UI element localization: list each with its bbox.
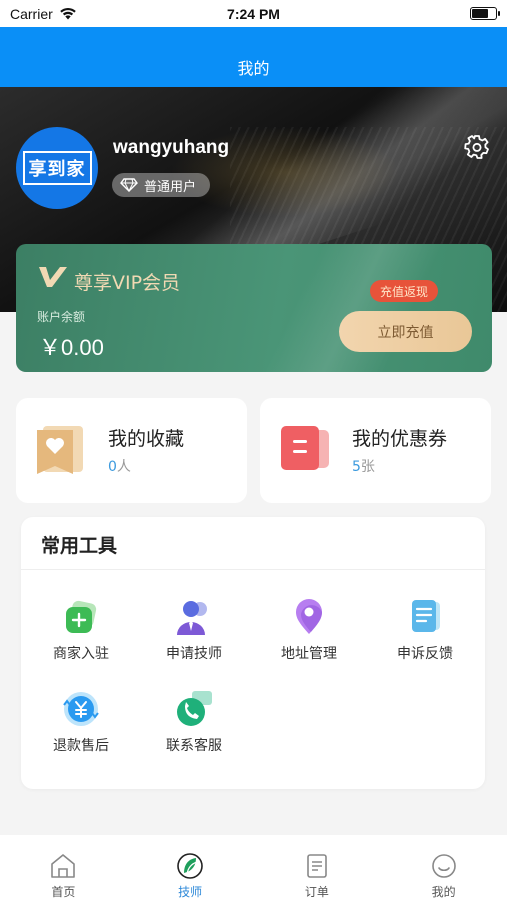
tab-label: 技师 bbox=[178, 885, 203, 899]
diamond-icon bbox=[120, 178, 138, 192]
carrier-name: Carrier bbox=[10, 5, 53, 22]
tab-label: 订单 bbox=[304, 885, 329, 899]
status-bar: Carrier 7:24 PM bbox=[0, 0, 507, 27]
profile-icon bbox=[431, 854, 456, 878]
settings-button[interactable] bbox=[463, 133, 491, 161]
coupon-icon bbox=[281, 426, 329, 470]
balance-value: ￥0.00 bbox=[39, 335, 104, 360]
page-title: 我的 bbox=[237, 59, 270, 78]
coupons-count: 5张 bbox=[352, 459, 375, 475]
favorites-title: 我的收藏 bbox=[108, 428, 185, 450]
tab-orders[interactable]: 订单 bbox=[254, 835, 381, 900]
gear-icon bbox=[464, 135, 489, 159]
tool-label: 商家入驻 bbox=[53, 646, 109, 662]
tool-apply-technician[interactable]: 申请技师 bbox=[139, 597, 249, 663]
vip-card[interactable]: 尊享VIP会员 账户余额 ￥0.00 充值返现 立即充值 bbox=[16, 244, 492, 372]
tools-title: 常用工具 bbox=[41, 535, 118, 557]
tab-label: 首页 bbox=[51, 885, 76, 899]
vip-title: 尊享VIP会员 bbox=[74, 272, 181, 294]
home-icon bbox=[51, 854, 76, 878]
tools-card: 常用工具 商家入驻 申请技师 地址管理 申诉反馈 退款售后 联系客服 bbox=[21, 517, 485, 789]
order-icon bbox=[307, 854, 327, 878]
user-level-badge: 普通用户 bbox=[112, 173, 211, 197]
tool-label: 联系客服 bbox=[166, 738, 222, 754]
tool-label: 退款售后 bbox=[53, 738, 109, 754]
balance-label: 账户余额 bbox=[37, 310, 86, 324]
tab-home[interactable]: 首页 bbox=[0, 835, 127, 900]
username: wangyuhang bbox=[113, 137, 230, 158]
vip-logo-icon bbox=[39, 267, 67, 287]
wifi-icon bbox=[59, 7, 76, 20]
tool-address-management[interactable]: 地址管理 bbox=[254, 597, 364, 663]
tools-section: 常用工具 商家入驻 申请技师 地址管理 申诉反馈 退款售后 联系客服 bbox=[13, 513, 494, 811]
tab-technician[interactable]: 技师 bbox=[127, 835, 254, 900]
tool-label: 申请技师 bbox=[166, 646, 222, 662]
tool-contact-service[interactable]: 联系客服 bbox=[139, 689, 249, 755]
coupons-card[interactable]: 我的优惠券 5张 bbox=[260, 398, 491, 503]
tab-profile[interactable]: 我的 bbox=[380, 835, 507, 900]
tab-bar: 首页 技师 订单 我的 bbox=[0, 835, 507, 900]
tab-label: 我的 bbox=[431, 885, 456, 899]
tool-merchant-join[interactable]: 商家入驻 bbox=[26, 597, 136, 663]
user-level-label: 普通用户 bbox=[144, 179, 197, 195]
favorites-card[interactable]: 我的收藏 0人 bbox=[16, 398, 247, 503]
refund-icon bbox=[61, 689, 101, 729]
favorites-count: 0人 bbox=[108, 459, 131, 475]
avatar-logo-text: 享到家 bbox=[22, 151, 92, 185]
tool-label: 地址管理 bbox=[281, 646, 337, 662]
tool-complaint-feedback[interactable]: 申诉反馈 bbox=[370, 597, 480, 663]
technician-tab-icon bbox=[177, 853, 203, 879]
technician-icon bbox=[174, 597, 214, 637]
location-icon bbox=[289, 597, 329, 637]
battery-icon bbox=[470, 7, 500, 20]
recharge-button[interactable]: 立即充值 bbox=[339, 311, 472, 352]
nav-bar: 我的 bbox=[0, 27, 507, 87]
tool-label: 申诉反馈 bbox=[397, 646, 453, 662]
customer-service-icon bbox=[174, 689, 214, 729]
tool-refund-aftersale[interactable]: 退款售后 bbox=[26, 689, 136, 755]
cashback-tag: 充值返现 bbox=[370, 280, 439, 302]
avatar[interactable]: 享到家 bbox=[16, 127, 98, 209]
feedback-icon bbox=[405, 597, 445, 637]
favorites-icon bbox=[37, 426, 83, 474]
coupons-title: 我的优惠券 bbox=[352, 428, 448, 450]
carrier-info: Carrier bbox=[10, 6, 77, 22]
merchant-icon bbox=[61, 597, 101, 637]
divider bbox=[21, 569, 485, 570]
